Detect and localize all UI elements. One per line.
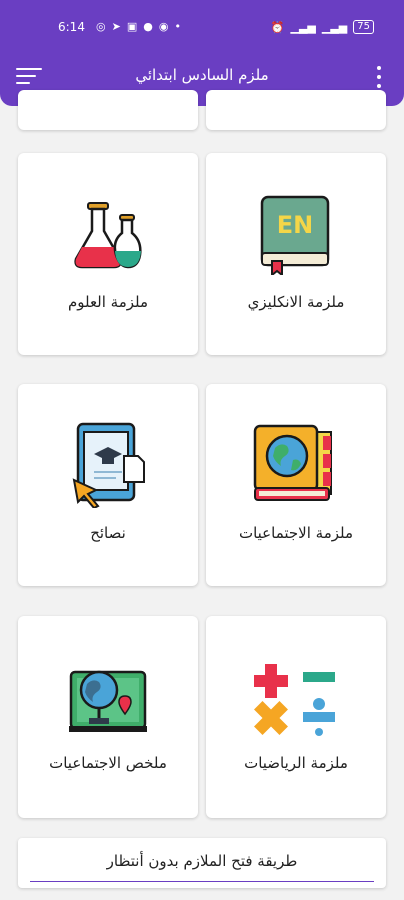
card-tips-label: نصائح	[90, 524, 126, 542]
science-flasks-icon	[74, 202, 142, 269]
card-english-label: ملزمة الانكليزي	[247, 293, 345, 311]
reddit-icon: ◉	[158, 20, 169, 33]
card-english[interactable]: EN ملزمة الانكليزي	[206, 153, 386, 355]
card-partial-right[interactable]	[206, 90, 386, 130]
card-social-summary[interactable]: ملخص الاجتماعيات	[18, 616, 198, 818]
banner-underline	[30, 881, 374, 882]
card-science-label: ملزمة العلوم	[67, 293, 149, 311]
instagram-icon: ▣	[126, 20, 138, 33]
card-social[interactable]: ملزمة الاجتماعيات	[206, 384, 386, 586]
page-title: ملزم السادس ابتدائي	[135, 66, 269, 84]
facebook-icon: ●	[143, 20, 153, 33]
telegram-icon: ➤	[111, 20, 121, 33]
math-symbols-icon	[254, 664, 335, 736]
system-icons: ⏰ ▁▃▅ ▁▃▅ 75	[271, 20, 374, 34]
notification-icons: ◎ ➤ ▣ ● ◉ •	[96, 20, 181, 33]
card-math[interactable]: ملزمة الرياضيات	[206, 616, 386, 818]
whatsapp-icon: ◎	[96, 20, 106, 33]
dot-icon: •	[174, 20, 181, 33]
card-science[interactable]: ملزمة العلوم	[18, 153, 198, 355]
signal-icon-2: ▁▃▅	[321, 20, 348, 34]
alarm-icon: ⏰	[270, 20, 285, 34]
signal-icon: ▁▃▅	[290, 20, 316, 34]
card-partial-left[interactable]	[18, 90, 198, 130]
english-book-icon: EN	[260, 195, 330, 275]
open-booklets-button[interactable]: طريقة فتح الملازم بدون أنتظار	[18, 838, 386, 888]
globe-board-icon	[69, 670, 147, 732]
battery-icon: 75	[353, 20, 374, 34]
card-tips[interactable]: نصائح	[18, 384, 198, 586]
globe-book-icon	[253, 424, 332, 501]
card-math-label: ملزمة الرياضيات	[244, 754, 348, 772]
card-social-summary-label: ملخص الاجتماعيات	[49, 754, 167, 772]
card-social-label: ملزمة الاجتماعيات	[238, 524, 354, 542]
more-options-icon[interactable]	[374, 64, 384, 90]
open-booklets-label: طريقة فتح الملازم بدون أنتظار	[106, 852, 298, 870]
tablet-graduation-icon	[72, 422, 145, 508]
status-time: 6:14	[58, 20, 85, 34]
svg-text:EN: EN	[277, 211, 313, 239]
